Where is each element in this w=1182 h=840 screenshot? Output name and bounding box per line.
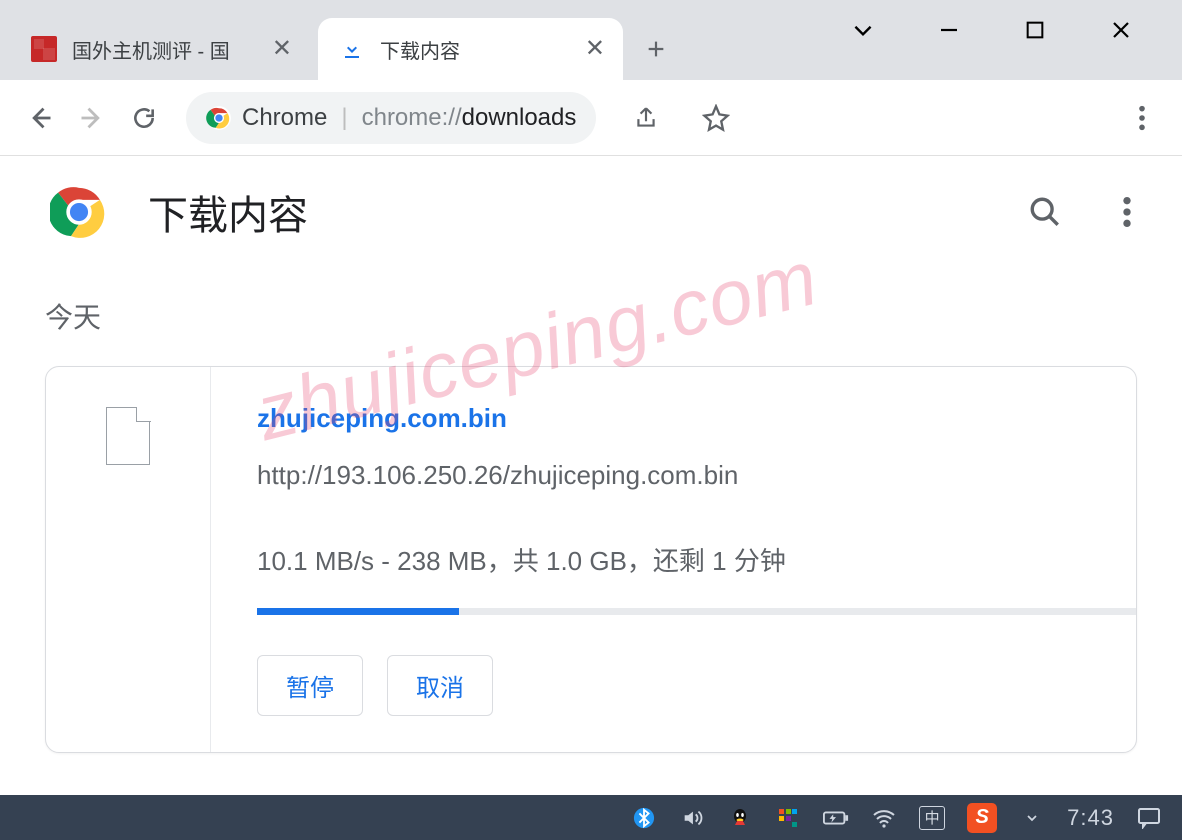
- window-controls: [848, 0, 1182, 60]
- download-icon-column: [46, 367, 211, 752]
- download-item: zhujiceping.com.bin http://193.106.250.2…: [45, 366, 1137, 753]
- tray-chevron-icon[interactable]: [1019, 805, 1045, 831]
- close-icon[interactable]: ✕: [272, 37, 292, 61]
- chrome-logo-icon: [50, 183, 108, 241]
- tab-favicon: [30, 35, 58, 63]
- taskbar: 中 S 7:43: [0, 795, 1182, 840]
- taskbar-clock[interactable]: 7:43: [1067, 805, 1114, 831]
- file-icon: [106, 407, 150, 465]
- search-button[interactable]: [1028, 195, 1062, 229]
- tab-active[interactable]: 下载内容 ✕: [318, 18, 623, 80]
- url-path: downloads: [462, 104, 577, 131]
- battery-icon[interactable]: [823, 805, 849, 831]
- wifi-icon[interactable]: [871, 805, 897, 831]
- page-title: 下载内容: [148, 183, 308, 241]
- colorful-app-icon[interactable]: [775, 805, 801, 831]
- more-button[interactable]: [1122, 195, 1132, 229]
- notifications-icon[interactable]: [1136, 805, 1162, 831]
- address-bar[interactable]: Chrome | chrome://downloads: [186, 92, 596, 144]
- back-button[interactable]: [18, 96, 62, 140]
- chip-label: Chrome: [242, 104, 327, 132]
- download-icon: [338, 35, 366, 63]
- close-window-button[interactable]: [1106, 18, 1136, 42]
- qq-icon[interactable]: [727, 805, 753, 831]
- page-header: 下载内容: [0, 156, 1182, 268]
- kebab-menu-button[interactable]: [1120, 96, 1164, 140]
- site-chip: Chrome: [206, 104, 327, 132]
- new-tab-button[interactable]: [631, 24, 681, 74]
- sogou-ime-icon[interactable]: S: [967, 803, 997, 833]
- bookmark-button[interactable]: [694, 96, 738, 140]
- maximize-button[interactable]: [1020, 19, 1050, 41]
- volume-icon[interactable]: [679, 805, 705, 831]
- date-heading: 今天: [45, 296, 1137, 336]
- chevron-down-icon[interactable]: [848, 17, 878, 43]
- bluetooth-icon[interactable]: [631, 805, 657, 831]
- url-scheme: chrome://: [362, 104, 462, 131]
- tab-strip: 国外主机测评 - 国 ✕ 下载内容 ✕: [0, 0, 1182, 80]
- separator: |: [341, 104, 347, 132]
- tab-title: 下载内容: [380, 35, 571, 64]
- reload-button[interactable]: [122, 96, 166, 140]
- tab-background[interactable]: 国外主机测评 - 国 ✕: [10, 18, 310, 80]
- browser-toolbar: Chrome | chrome://downloads: [0, 80, 1182, 156]
- forward-button[interactable]: [70, 96, 114, 140]
- ime-label: 中: [925, 807, 940, 828]
- minimize-button[interactable]: [934, 18, 964, 42]
- tab-title: 国外主机测评 - 国: [72, 35, 258, 64]
- chrome-icon: [206, 105, 232, 131]
- ime-indicator[interactable]: 中: [919, 806, 945, 830]
- download-status: 10.1 MB/s - 238 MB，共 1.0 GB，还剩 1 分钟: [257, 541, 1136, 578]
- progress-bar: [257, 608, 1136, 615]
- cancel-button[interactable]: 取消: [387, 655, 493, 716]
- system-tray: 中 S 7:43: [631, 803, 1162, 833]
- close-icon[interactable]: ✕: [585, 37, 605, 61]
- download-url: http://193.106.250.26/zhujiceping.com.bi…: [257, 460, 1136, 491]
- progress-fill: [257, 608, 459, 615]
- pause-button[interactable]: 暂停: [257, 655, 363, 716]
- downloads-content: 今天 zhujiceping.com.bin http://193.106.25…: [0, 296, 1182, 753]
- share-button[interactable]: [624, 96, 668, 140]
- download-filename[interactable]: zhujiceping.com.bin: [257, 403, 1136, 434]
